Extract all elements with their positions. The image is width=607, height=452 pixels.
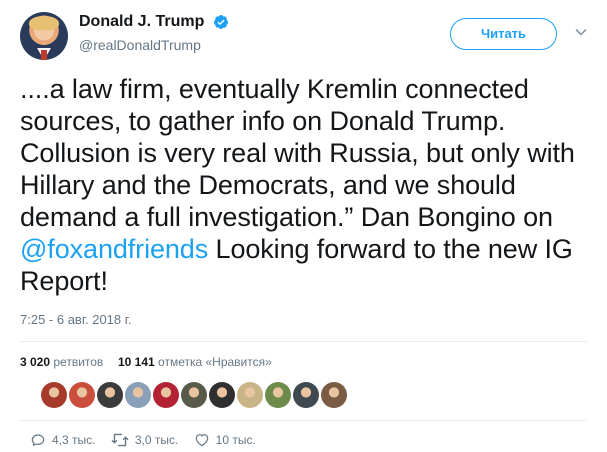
reply-count: 4,3 тыс. bbox=[52, 433, 96, 447]
author-display-name[interactable]: Donald J. Trump bbox=[79, 13, 204, 31]
liker-avatar-5[interactable] bbox=[153, 382, 179, 408]
liker-avatar-7[interactable] bbox=[209, 382, 235, 408]
liker-avatar-2[interactable] bbox=[69, 382, 95, 408]
tweet-text: ....a law firm, eventually Kremlin conne… bbox=[20, 73, 590, 297]
avatar-tie bbox=[41, 50, 47, 60]
retweet-count-label[interactable]: ретвитов bbox=[53, 355, 103, 369]
retweet-button[interactable]: 3,0 тыс. bbox=[111, 432, 178, 448]
liker-avatar-10[interactable] bbox=[293, 382, 319, 408]
retweet-icon bbox=[111, 433, 129, 447]
like-count-label[interactable]: отметка «Нравится» bbox=[158, 355, 272, 369]
mention-link[interactable]: @foxandfriends bbox=[20, 234, 208, 264]
tweet-text-main: ....a law firm, eventually Kremlin conne… bbox=[20, 74, 575, 232]
avatar-hair bbox=[29, 16, 59, 30]
verified-badge-icon bbox=[213, 15, 228, 29]
author-names: Donald J. Trump @realDonaldTrump bbox=[79, 13, 229, 53]
reply-button[interactable]: 4,3 тыс. bbox=[30, 432, 95, 448]
like-count[interactable]: 10 141 bbox=[118, 355, 155, 369]
tweet-stats: 3 020 ретвитов 10 141 отметка «Нравится» bbox=[20, 355, 272, 369]
tweet-timestamp[interactable]: 7:25 - 6 авг. 2018 г. bbox=[20, 312, 132, 327]
liker-avatar-8[interactable] bbox=[237, 382, 263, 408]
follow-button[interactable]: Читать bbox=[450, 18, 557, 50]
liker-avatar-1[interactable] bbox=[41, 382, 67, 408]
reply-icon bbox=[31, 434, 45, 446]
like-button[interactable]: 10 тыс. bbox=[194, 432, 256, 448]
tweet-actions: 4,3 тыс. 3,0 тыс. 10 тыс. bbox=[30, 432, 268, 450]
liker-avatars bbox=[41, 382, 349, 408]
tweet-header: Donald J. Trump @realDonaldTrump Читать bbox=[20, 12, 590, 62]
liker-avatar-6[interactable] bbox=[181, 382, 207, 408]
heart-icon bbox=[195, 434, 208, 447]
author-avatar[interactable] bbox=[20, 12, 68, 60]
chevron-down-icon[interactable] bbox=[573, 24, 589, 40]
divider bbox=[20, 341, 587, 342]
liker-avatar-9[interactable] bbox=[265, 382, 291, 408]
liker-avatar-4[interactable] bbox=[125, 382, 151, 408]
liker-avatar-11[interactable] bbox=[321, 382, 347, 408]
like-action-count: 10 тыс. bbox=[215, 433, 256, 447]
liker-avatar-3[interactable] bbox=[97, 382, 123, 408]
retweet-count[interactable]: 3 020 bbox=[20, 355, 50, 369]
retweet-action-count: 3,0 тыс. bbox=[134, 433, 179, 447]
divider bbox=[20, 420, 587, 421]
author-handle[interactable]: @realDonaldTrump bbox=[79, 37, 229, 53]
